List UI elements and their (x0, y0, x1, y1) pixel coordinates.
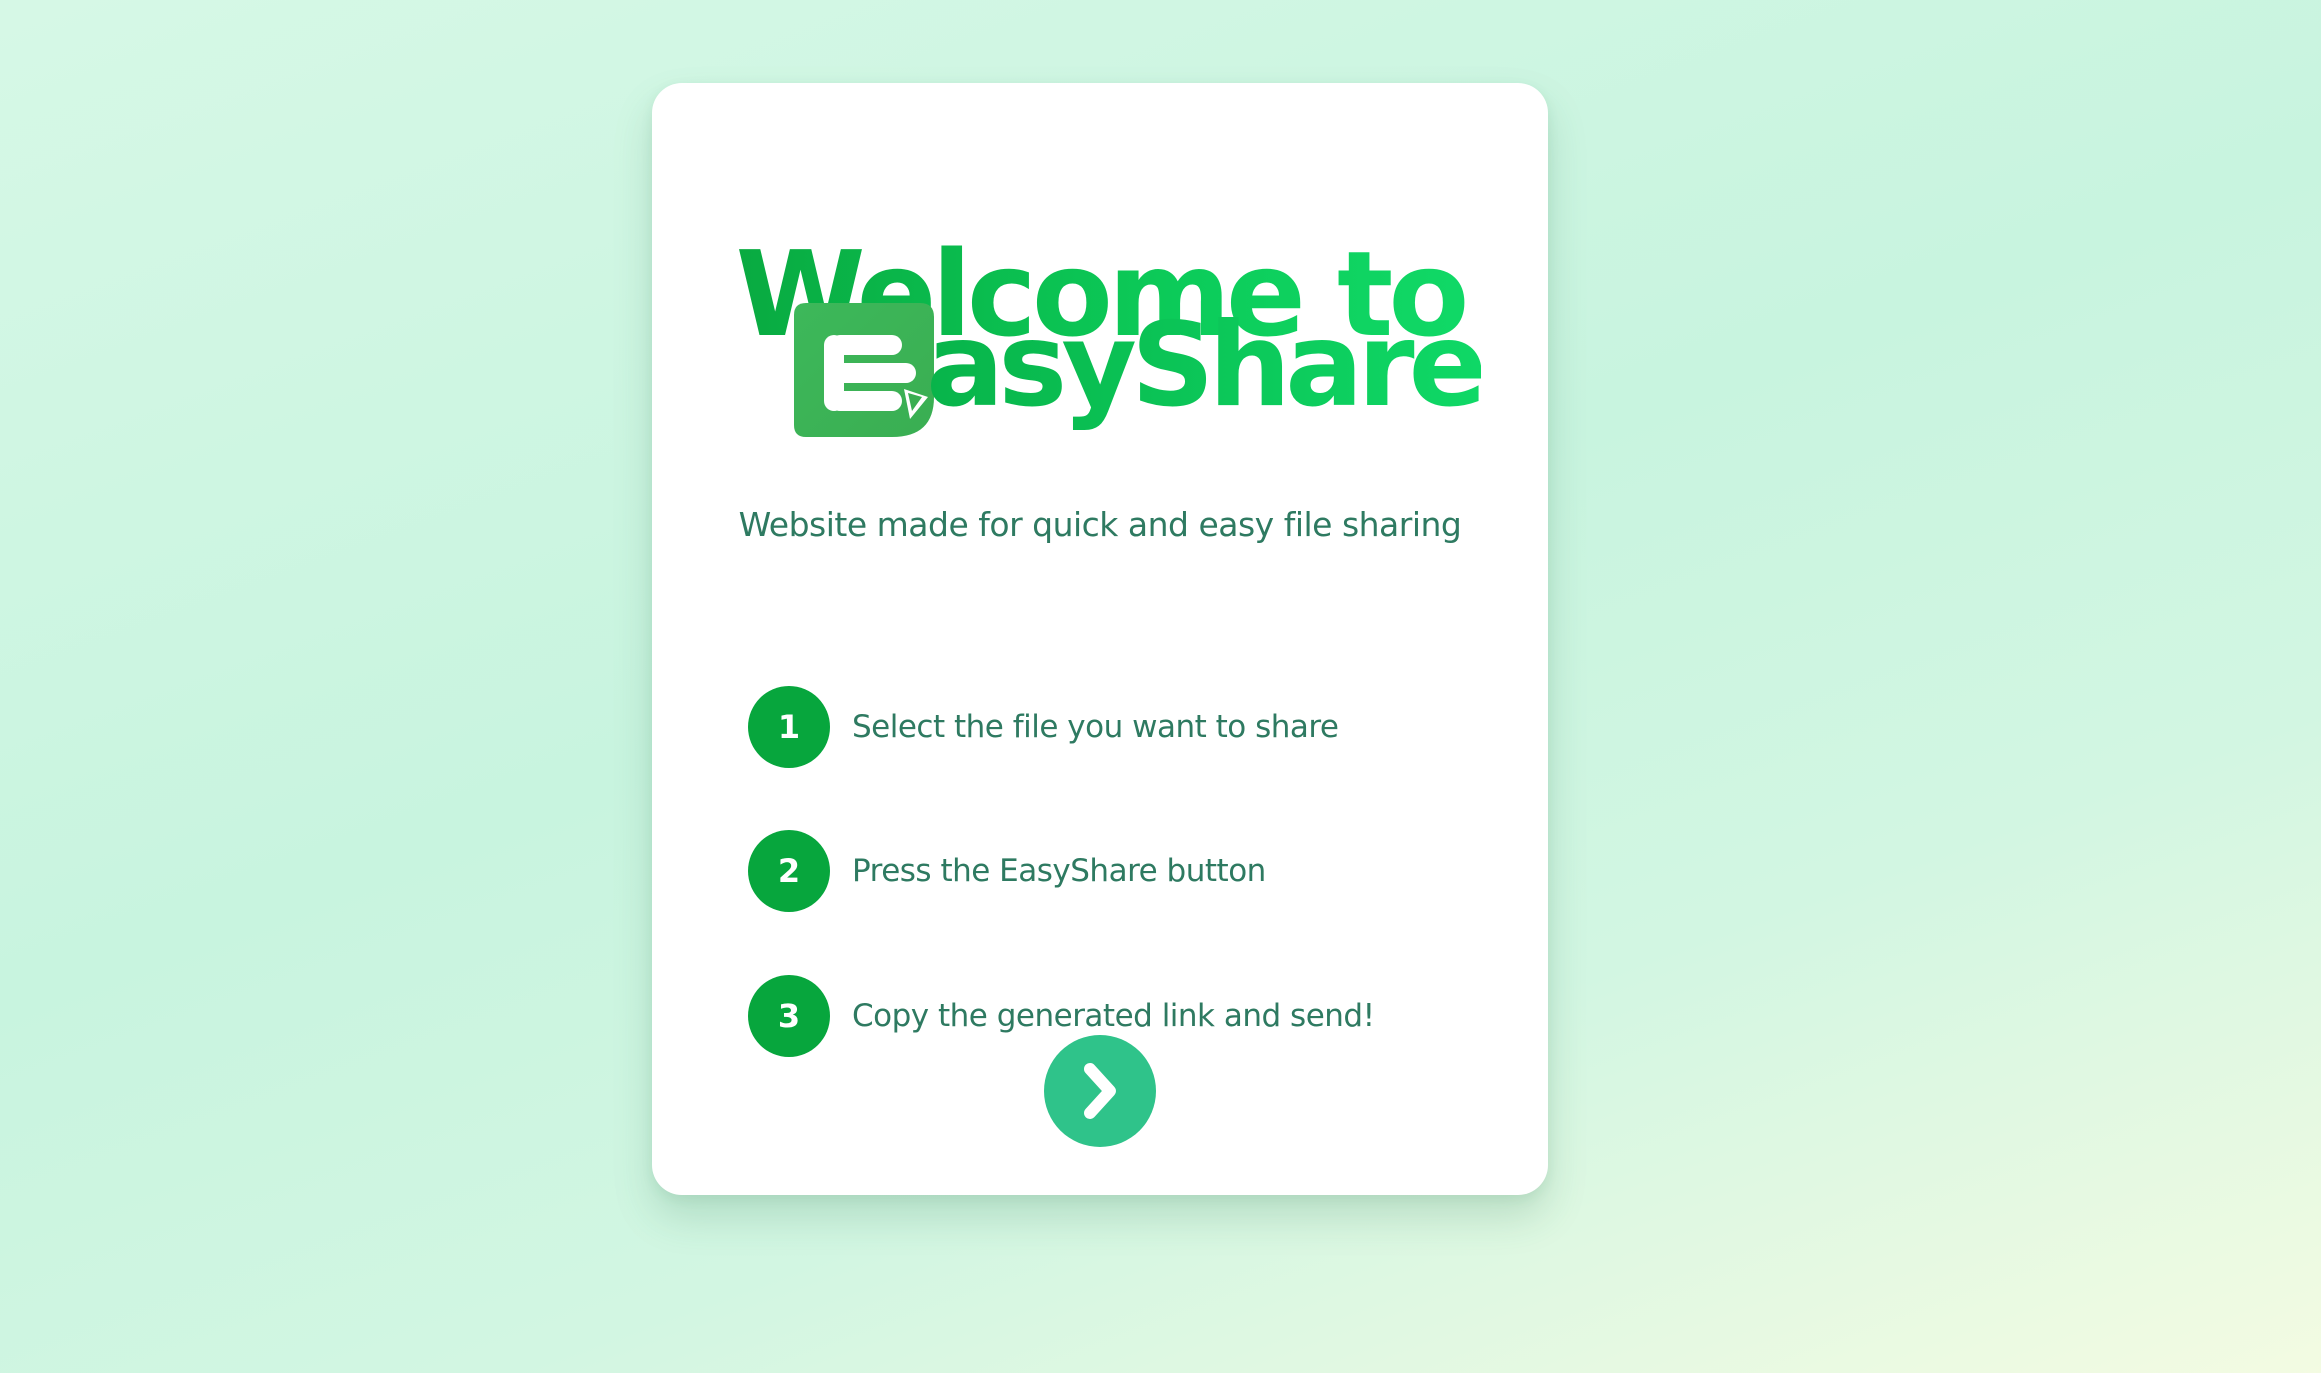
subtitle: Website made for quick and easy file sha… (738, 505, 1462, 544)
step-number-badge: 3 (748, 975, 830, 1057)
next-button[interactable] (1044, 1035, 1156, 1147)
step-text: Copy the generated link and send! (852, 998, 1375, 1034)
step-item: 1 Select the file you want to share (748, 686, 1468, 768)
brand-heading: asyShare (792, 301, 1487, 441)
easyshare-logo-icon (794, 303, 934, 437)
brand-name: asyShare (926, 298, 1487, 433)
step-text: Select the file you want to share (852, 709, 1339, 745)
step-text: Press the EasyShare button (852, 853, 1266, 889)
step-item: 2 Press the EasyShare button (748, 830, 1468, 912)
step-number-badge: 1 (748, 686, 830, 768)
step-number-badge: 2 (748, 830, 830, 912)
welcome-card: Welcome to asyShare Website made for qui… (652, 83, 1548, 1195)
chevron-right-icon (1084, 1063, 1116, 1119)
